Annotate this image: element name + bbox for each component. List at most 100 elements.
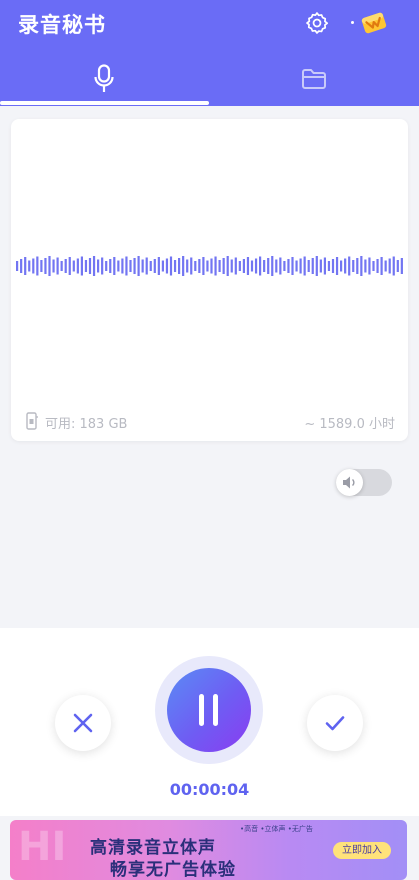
waveform-bar xyxy=(331,259,335,273)
waveform-bar xyxy=(125,256,128,276)
waveform-bar xyxy=(141,259,144,273)
waveform-bar xyxy=(56,257,59,275)
waveform-bar xyxy=(60,261,63,271)
waveform-bar xyxy=(283,261,286,271)
waveform-bar xyxy=(380,257,383,275)
checkmark-icon xyxy=(325,716,345,731)
phone-storage-icon xyxy=(26,412,38,430)
waveform-bar xyxy=(238,261,241,271)
waveform-bar xyxy=(92,256,96,276)
waveform-bar xyxy=(40,260,43,272)
waveform-bar xyxy=(52,259,55,273)
waveform-bar xyxy=(97,259,100,273)
waveform-bar xyxy=(348,256,351,276)
waveform-bar xyxy=(76,258,79,274)
ad-join-button[interactable]: 立即加入 xyxy=(333,842,391,859)
waveform-bar xyxy=(182,256,185,276)
waveform-bar xyxy=(368,257,371,275)
waveform-bar xyxy=(319,259,322,273)
waveform-bar xyxy=(226,256,229,276)
waveform-bar xyxy=(88,258,92,274)
ad-subheadline: 畅享无广告体验 xyxy=(110,860,236,880)
speaker-toggle[interactable] xyxy=(336,469,392,496)
ad-banner[interactable]: HI •高音 •立体声 •无广告 高清录音立体声 畅享无广告体验 立即加入 xyxy=(10,820,407,880)
waveform-bar xyxy=(101,257,104,275)
waveform-bar xyxy=(291,257,294,275)
waveform-bar xyxy=(327,261,331,271)
waveform-bar xyxy=(311,258,314,274)
waveform-bar xyxy=(259,256,262,276)
waveform-bar xyxy=(234,257,237,275)
waveform-bar xyxy=(80,256,83,276)
save-recording-button[interactable] xyxy=(307,695,363,751)
pause-button[interactable] xyxy=(167,668,251,752)
storage-available-label: 可用: 183 GB xyxy=(45,417,128,432)
cancel-recording-button[interactable] xyxy=(55,695,111,751)
waveform-bar xyxy=(137,256,140,276)
waveform-bar xyxy=(340,260,343,272)
waveform-bar xyxy=(44,258,47,274)
waveform-bar xyxy=(169,256,173,276)
waveform-bar xyxy=(145,257,148,275)
recording-hours-label: ~ 1589.0 小时 xyxy=(304,417,395,432)
waveform xyxy=(16,256,403,276)
ad-tags: •高音 •立体声 •无广告 xyxy=(240,825,313,833)
waveform-bar xyxy=(198,259,201,273)
waveform-bar xyxy=(157,257,160,275)
waveform-bar xyxy=(24,257,27,275)
waveform-bar xyxy=(72,260,75,272)
waveform-bar xyxy=(242,259,245,273)
vip-crown-icon[interactable] xyxy=(358,7,390,39)
waveform-bar xyxy=(48,256,51,276)
microphone-icon xyxy=(94,64,114,92)
waveform-bar xyxy=(275,259,278,273)
waveform-bar xyxy=(246,257,250,275)
waveform-bar xyxy=(392,256,395,276)
tab-indicator xyxy=(0,101,209,105)
waveform-bar xyxy=(352,260,355,272)
waveform-bar xyxy=(206,260,209,272)
waveform-bar xyxy=(16,261,19,271)
folder-icon xyxy=(302,69,326,89)
toggle-knob xyxy=(336,469,363,496)
waveform-bar xyxy=(190,257,193,275)
waveform-bar xyxy=(388,258,391,274)
waveform-bar xyxy=(360,256,363,276)
waveform-bar xyxy=(372,261,375,271)
waveform-bar xyxy=(315,256,318,276)
speaker-icon xyxy=(343,476,355,489)
waveform-bar xyxy=(173,260,177,272)
waveform-bar xyxy=(109,259,112,273)
waveform-bar xyxy=(194,261,197,271)
waveform-bar xyxy=(32,258,35,274)
close-icon xyxy=(73,713,93,733)
waveform-bar xyxy=(287,259,290,273)
recording-timer: 00:00:04 xyxy=(169,780,250,799)
top-app-bar: 录音秘书 xyxy=(0,0,419,106)
waveform-bar xyxy=(214,256,217,276)
waveform-bar xyxy=(161,260,164,272)
ad-decoration: HI xyxy=(18,824,67,870)
waveform-bar xyxy=(295,260,298,272)
waveform-bar xyxy=(113,257,116,275)
waveform-bar xyxy=(186,259,189,273)
waveform-bar xyxy=(210,258,213,274)
waveform-bar xyxy=(376,259,379,273)
waveform-bar xyxy=(64,259,67,273)
waveform-bar xyxy=(364,259,367,273)
gear-icon[interactable] xyxy=(304,10,330,36)
waveform-bar xyxy=(117,260,120,272)
waveform-bar xyxy=(222,258,225,274)
waveform-bar xyxy=(149,261,152,271)
waveform-bar xyxy=(68,257,71,275)
waveform-bar xyxy=(356,258,359,274)
waveform-bar xyxy=(271,256,274,276)
waveform-bar xyxy=(267,258,270,274)
waveform-bar xyxy=(36,256,39,276)
waveform-bar xyxy=(153,259,156,273)
waveform-bar xyxy=(335,257,339,275)
waveform-bar xyxy=(263,260,266,272)
waveform-bar xyxy=(396,260,399,272)
waveform-bar xyxy=(218,260,221,272)
waveform-bar xyxy=(121,258,124,274)
